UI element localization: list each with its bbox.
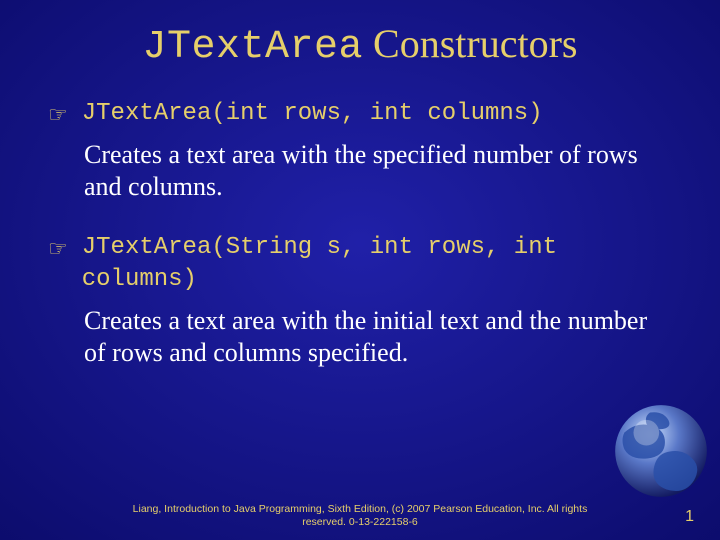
footer-copyright: Liang, Introduction to Java Programming,… — [0, 503, 720, 530]
bullet-item: ☞ JTextArea(int rows, int columns) Creat… — [48, 98, 672, 204]
constructor-description: Creates a text area with the initial tex… — [84, 305, 672, 370]
constructor-signature: JTextArea(String s, int rows, int column… — [82, 232, 672, 297]
constructor-description: Creates a text area with the specified n… — [84, 139, 672, 204]
bullet-item: ☞ JTextArea(String s, int rows, int colu… — [48, 232, 672, 370]
title-mono: JTextArea — [143, 25, 364, 70]
pointing-hand-icon: ☞ — [48, 234, 68, 265]
slide-title: JTextArea Constructors — [48, 20, 672, 70]
pointing-hand-icon: ☞ — [48, 100, 68, 131]
bullet-line: ☞ JTextArea(int rows, int columns) — [48, 98, 672, 131]
constructor-signature: JTextArea(int rows, int columns) — [82, 98, 543, 130]
globe-icon — [606, 396, 716, 506]
title-rest: Constructors — [363, 21, 577, 66]
page-number: 1 — [685, 508, 694, 526]
bullet-line: ☞ JTextArea(String s, int rows, int colu… — [48, 232, 672, 297]
slide: JTextArea Constructors ☞ JTextArea(int r… — [0, 0, 720, 540]
